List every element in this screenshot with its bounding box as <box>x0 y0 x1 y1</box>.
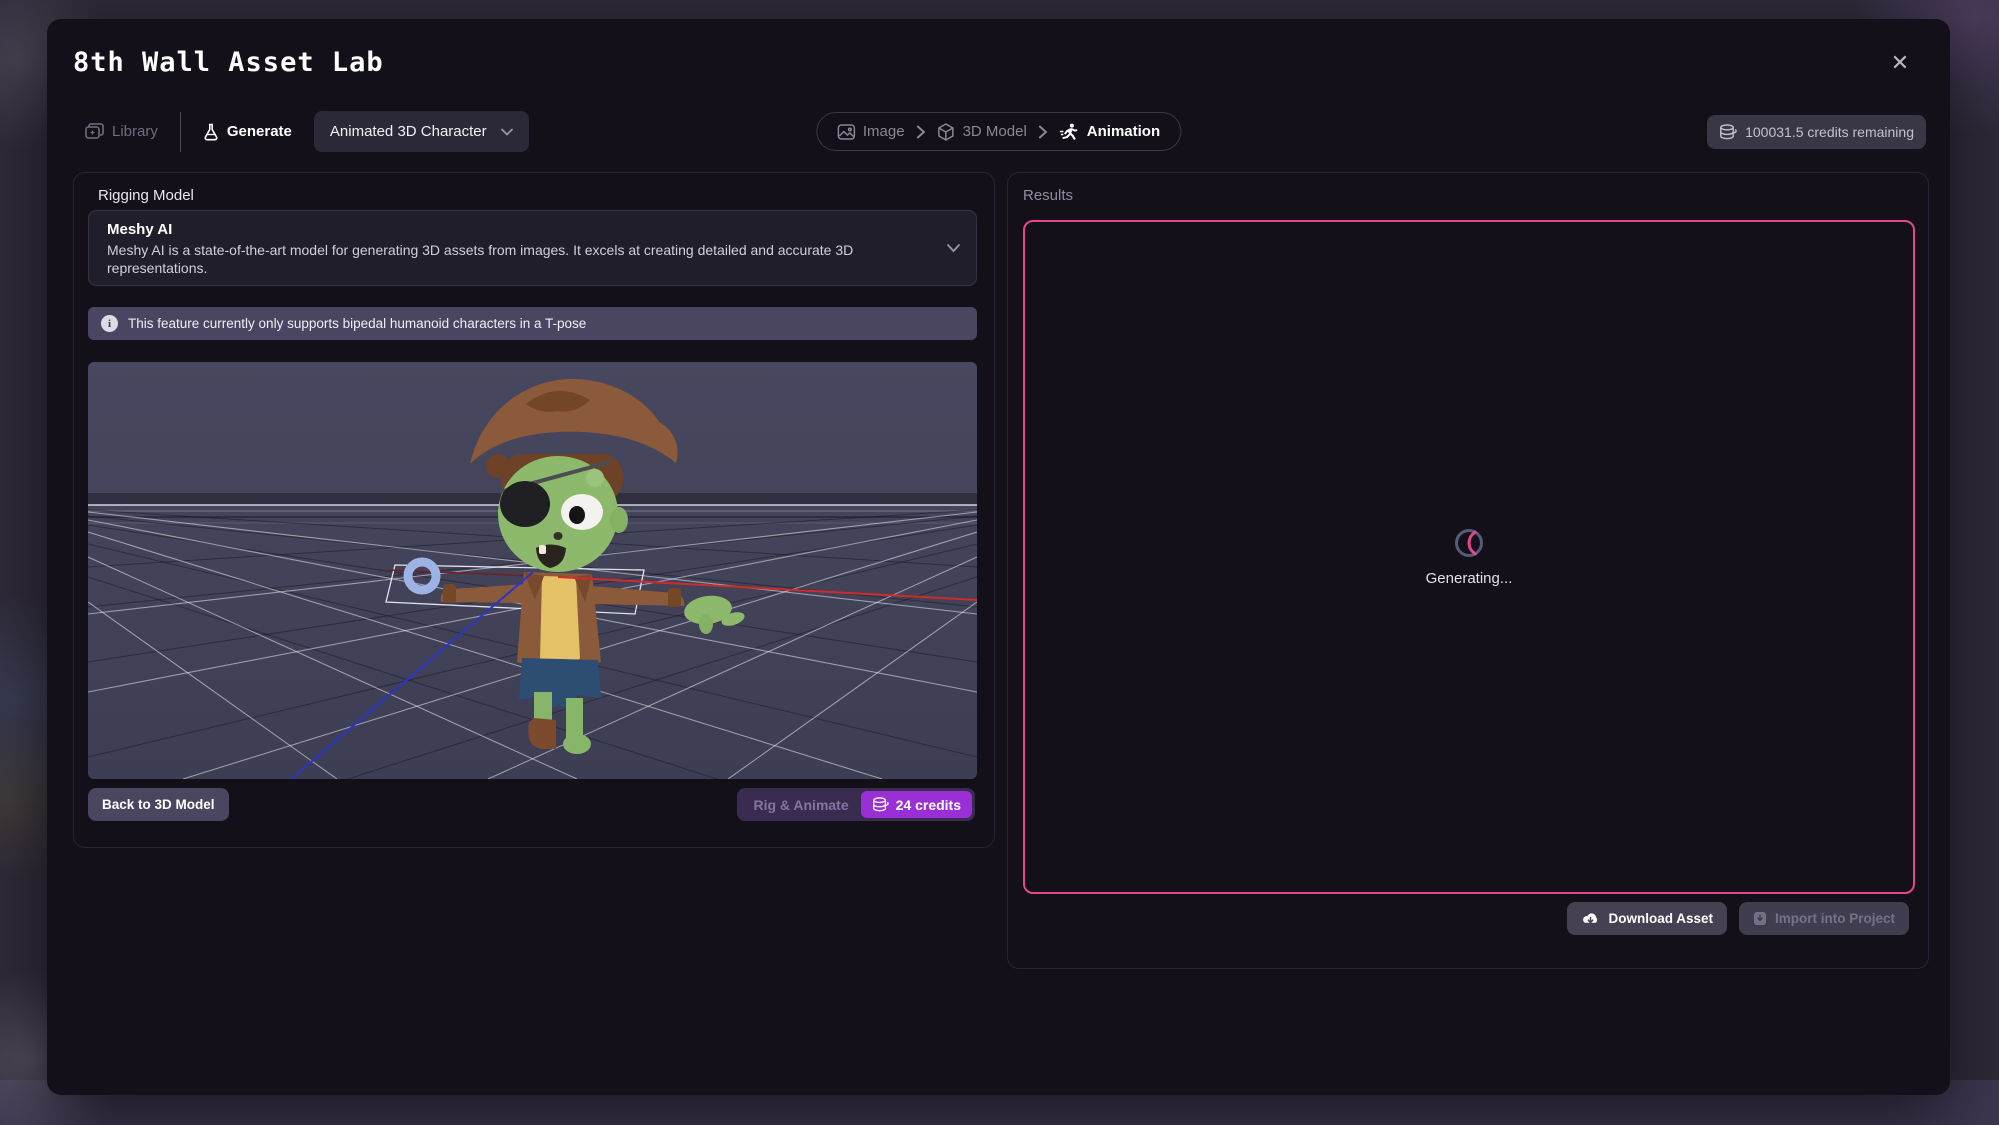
nav-separator <box>180 112 181 152</box>
rigging-panel: Rigging Model Meshy AI Meshy AI is a sta… <box>73 172 995 848</box>
loading-spinner-icon <box>1454 528 1484 558</box>
credits-remaining-badge: 100031.5 credits remaining <box>1707 115 1926 149</box>
breadcrumb-label: Image <box>863 123 905 140</box>
rigging-model-label: Rigging Model <box>98 187 194 204</box>
asset-lab-modal: 8th Wall Asset Lab ✕ Library <box>47 19 1950 1095</box>
generate-label: Generate <box>227 123 292 140</box>
tpose-notice-banner: i This feature currently only supports b… <box>88 307 977 340</box>
breadcrumb-step-image[interactable]: Image <box>837 123 905 140</box>
asset-type-value: Animated 3D Character <box>330 123 487 140</box>
chevron-down-icon <box>501 128 513 136</box>
info-icon: i <box>101 315 118 332</box>
rigging-model-dropdown[interactable]: Meshy AI Meshy AI is a state-of-the-art … <box>88 210 977 286</box>
notice-text: This feature currently only supports bip… <box>128 316 586 331</box>
pipeline-breadcrumb: Image 3D Model <box>816 112 1181 151</box>
window-title: 8th Wall Asset Lab <box>73 47 384 78</box>
import-into-project-button[interactable]: Import into Project <box>1739 902 1909 935</box>
breadcrumb-label: 3D Model <box>963 123 1027 140</box>
breadcrumb-step-animation[interactable]: Animation <box>1060 123 1160 140</box>
toolbar: Library Generate Animated 3D Character <box>47 111 1950 152</box>
asset-type-dropdown[interactable]: Animated 3D Character <box>314 111 529 152</box>
image-icon <box>837 124 855 140</box>
back-to-3d-model-button[interactable]: Back to 3D Model <box>88 788 229 821</box>
results-label: Results <box>1023 187 1073 204</box>
download-asset-label: Download Asset <box>1608 911 1713 926</box>
rigging-footer: Back to 3D Model Rig & Animate 24 credit… <box>88 788 975 822</box>
breadcrumb-chevron-icon <box>1039 125 1048 139</box>
flask-icon <box>203 123 219 141</box>
animation-icon <box>1060 123 1079 140</box>
character-preview-scene <box>88 362 977 779</box>
import-into-project-label: Import into Project <box>1775 911 1895 926</box>
download-asset-button[interactable]: Download Asset <box>1567 902 1727 935</box>
library-label: Library <box>112 123 158 140</box>
library-tab[interactable]: Library <box>85 123 158 140</box>
results-preview-area: Generating... <box>1023 220 1915 894</box>
import-icon <box>1753 911 1767 926</box>
nav-left: Library Generate Animated 3D Character <box>85 111 529 152</box>
rig-and-animate-label: Rig & Animate <box>753 797 848 813</box>
credits-remaining-label: 100031.5 credits remaining <box>1745 124 1914 140</box>
coins-icon <box>872 797 889 812</box>
cloud-download-icon <box>1581 912 1600 926</box>
rig-cost-badge: 24 credits <box>861 791 972 818</box>
character-3d-viewport[interactable] <box>88 362 977 779</box>
chevron-down-icon <box>947 244 960 253</box>
breadcrumb-label: Animation <box>1087 123 1160 140</box>
generate-tab[interactable]: Generate <box>203 123 292 141</box>
close-icon: ✕ <box>1891 50 1909 76</box>
model-description: Meshy AI is a state-of-the-art model for… <box>107 241 907 278</box>
close-button[interactable]: ✕ <box>1884 47 1916 79</box>
rig-cost-label: 24 credits <box>896 797 961 813</box>
cube-icon <box>938 123 955 141</box>
results-footer: Download Asset Import into Project <box>1567 902 1909 936</box>
rig-and-animate-button[interactable]: Rig & Animate 24 credits <box>737 788 975 821</box>
breadcrumb-chevron-icon <box>917 125 926 139</box>
coins-icon <box>1719 124 1737 140</box>
library-icon <box>85 123 104 140</box>
results-panel: Results Generating... Download Asset <box>1007 172 1929 969</box>
page-background: { "window": { "title": "8th Wall Asset L… <box>0 0 1999 1125</box>
model-name: Meshy AI <box>107 221 932 238</box>
generating-status-text: Generating... <box>1426 570 1513 587</box>
breadcrumb-step-3d-model[interactable]: 3D Model <box>938 123 1027 141</box>
